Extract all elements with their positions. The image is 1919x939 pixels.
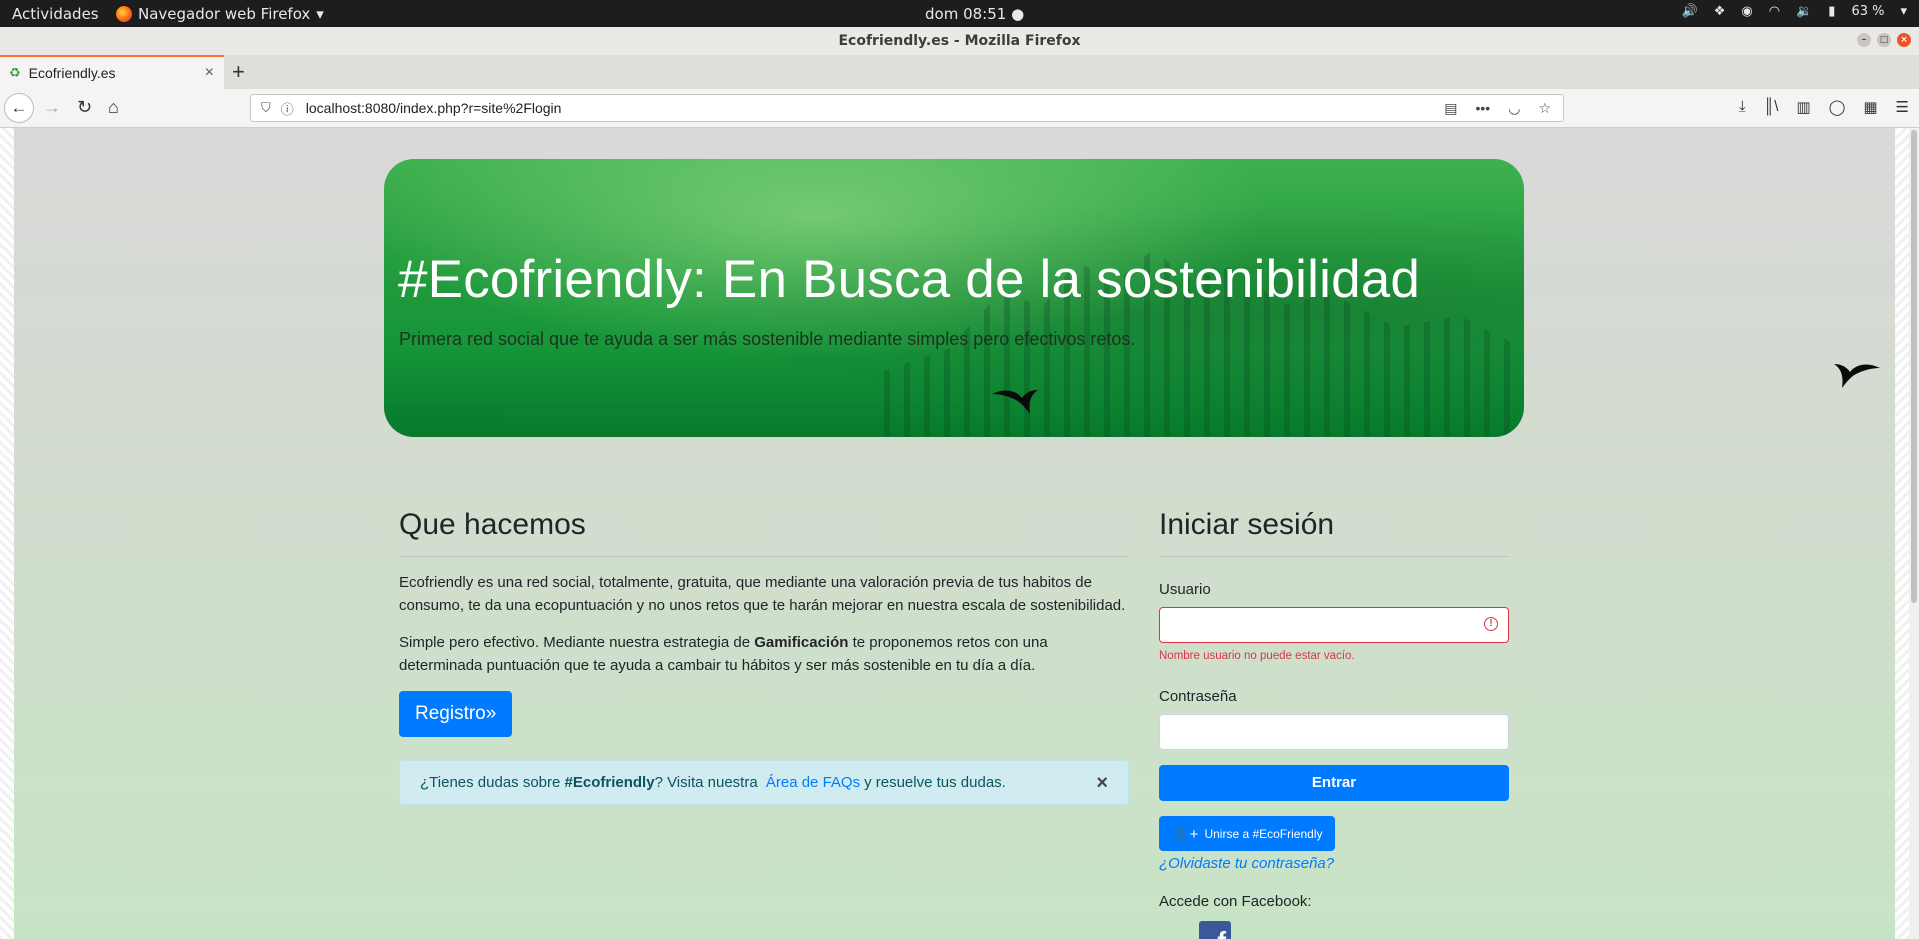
about-paragraph-1: Ecofriendly es una red social, totalment… <box>399 574 1126 614</box>
background-pattern-left <box>0 128 14 939</box>
alert-text-before: ¿Tienes dudas sobre <box>420 774 561 791</box>
recycle-icon: ♻ <box>9 65 21 80</box>
app-menu[interactable]: Navegador web Firefox ▾ <box>116 5 324 23</box>
alert-text-after: y resuelve tus dudas. <box>864 774 1006 791</box>
maximize-icon[interactable]: □ <box>1877 33 1891 47</box>
window-titlebar: Ecofriendly.es - Mozilla Firefox – □ × <box>0 27 1919 56</box>
water-image <box>384 347 1524 437</box>
facebook-label: Accede con Facebook: <box>1159 893 1312 910</box>
tab-bar: ♻ Ecofriendly.es × + <box>0 55 1919 89</box>
new-tab-icon[interactable]: + <box>232 59 245 85</box>
facebook-login-icon[interactable]: f <box>1199 921 1231 939</box>
faq-alert: ¿Tienes dudas sobre #Ecofriendly? Visita… <box>399 760 1129 805</box>
info-icon[interactable]: ⓘ <box>281 99 294 118</box>
bird-icon-right <box>1832 356 1882 392</box>
downloads-icon[interactable]: ⤓ <box>1739 98 1746 116</box>
activities-button[interactable]: Actividades <box>12 5 99 23</box>
window-title: Ecofriendly.es - Mozilla Firefox <box>838 33 1081 49</box>
tab-ecofriendly[interactable]: ♻ Ecofriendly.es × <box>0 55 224 89</box>
extensions-icon[interactable]: ▦ <box>1863 98 1877 116</box>
discord-icon[interactable]: ◉ <box>1741 4 1752 19</box>
library-icon[interactable]: ║\ <box>1764 98 1779 116</box>
system-tray[interactable]: 🔊 ❖ ◉ ◠ 🔉 ▮ 63 % ▾ <box>1682 4 1907 19</box>
hero-subtitle: Primera red social que te ayuda a ser má… <box>399 329 1136 349</box>
bookmark-star-icon[interactable]: ☆ <box>1538 100 1551 117</box>
dropbox-icon[interactable]: ❖ <box>1714 4 1726 19</box>
navigation-toolbar: ← → ↻ ⌂ ⛉ ⓘ localhost:8080/index.php?r=s… <box>0 89 1919 128</box>
window-controls: – □ × <box>1857 33 1911 47</box>
alert-text-bold: #Ecofriendly <box>564 774 655 791</box>
menu-icon[interactable]: ☰ <box>1896 98 1909 116</box>
notification-dot-icon: ● <box>1011 5 1025 23</box>
login-divider <box>1159 556 1509 557</box>
home-icon[interactable]: ⌂ <box>108 97 119 118</box>
battery-level: 63 % <box>1851 4 1885 19</box>
minimize-icon[interactable]: – <box>1857 33 1871 47</box>
about-heading: Que hacemos <box>399 508 586 541</box>
pocket-icon[interactable]: ◡ <box>1508 100 1520 117</box>
bird-icon <box>990 382 1040 418</box>
close-window-icon[interactable]: × <box>1897 33 1911 47</box>
alert-close-icon[interactable]: × <box>1096 772 1108 795</box>
hero-title: #Ecofriendly: En Busca de la sostenibili… <box>398 250 1421 309</box>
username-field[interactable]: ! <box>1159 607 1509 643</box>
shield-icon[interactable]: ⛉ <box>261 100 271 116</box>
faq-link[interactable]: Área de FAQs <box>766 774 860 791</box>
login-heading: Iniciar sesión <box>1159 508 1335 541</box>
sidebar-icon[interactable]: ▥ <box>1796 98 1810 116</box>
about-p2-bold: Gamificación <box>754 634 849 651</box>
tab-label: Ecofriendly.es <box>28 65 116 81</box>
join-button-label: Unirse a #EcoFriendly <box>1204 826 1323 841</box>
forgot-password-link[interactable]: ¿Olvidaste tu contraseña? <box>1159 855 1509 872</box>
system-top-bar: Actividades Navegador web Firefox ▾ dom … <box>0 0 1919 27</box>
close-tab-icon[interactable]: × <box>205 64 214 82</box>
url-actions: ▤ ••• ◡ ☆ <box>1444 100 1551 117</box>
login-section: Iniciar sesión Usuario ! Nombre usuario … <box>1159 508 1509 939</box>
hero-banner: #Ecofriendly: En Busca de la sostenibili… <box>384 159 1524 437</box>
password-label: Contraseña <box>1159 688 1237 705</box>
url-bar[interactable]: ⛉ ⓘ localhost:8080/index.php?r=site%2Flo… <box>250 94 1564 122</box>
forward-icon[interactable]: → <box>43 97 61 118</box>
register-button[interactable]: Registro» <box>399 691 513 737</box>
password-field[interactable] <box>1159 714 1509 750</box>
join-button[interactable]: 👤+ Unirse a #EcoFriendly <box>1159 816 1335 851</box>
volume-icon[interactable]: 🔉 <box>1796 4 1812 19</box>
error-icon: ! <box>1484 617 1498 631</box>
username-error: Nombre usuario no puede estar vacío. <box>1159 650 1355 662</box>
reader-view-icon[interactable]: ▤ <box>1444 100 1457 117</box>
page-scrollbar[interactable] <box>1909 128 1919 939</box>
add-user-icon: 👤+ <box>1171 825 1199 843</box>
alert-text-middle: ? Visita nuestra <box>654 774 758 791</box>
about-paragraph-2: Simple pero efectivo. Mediante nuestra e… <box>399 632 1129 677</box>
url-text[interactable]: localhost:8080/index.php?r=site%2Flogin <box>306 100 1444 116</box>
wifi-icon[interactable]: ◠ <box>1769 4 1780 19</box>
audio-icon[interactable]: 🔊 <box>1682 4 1698 19</box>
more-actions-icon[interactable]: ••• <box>1476 100 1491 117</box>
about-section: Que hacemos Ecofriendly es una red socia… <box>399 508 1129 805</box>
page-viewport: #Ecofriendly: En Busca de la sostenibili… <box>0 128 1919 939</box>
battery-icon[interactable]: ▮ <box>1828 4 1835 19</box>
scrollbar-thumb[interactable] <box>1911 130 1917 603</box>
clock-label: dom 08:51 <box>925 5 1007 23</box>
about-divider <box>399 556 1129 557</box>
username-label: Usuario <box>1159 581 1211 598</box>
background-pattern-right <box>1895 128 1909 939</box>
app-menu-label: Navegador web Firefox <box>138 5 311 23</box>
back-icon[interactable]: ← <box>4 93 34 123</box>
clock[interactable]: dom 08:51 ● <box>925 5 1024 23</box>
tray-chevron-icon: ▾ <box>1900 4 1907 19</box>
firefox-icon <box>116 6 132 22</box>
chevron-down-icon: ▾ <box>316 5 324 23</box>
toolbar-right: ⤓ ║\ ▥ ◯ ▦ ☰ <box>1739 98 1909 116</box>
account-icon[interactable]: ◯ <box>1829 98 1846 116</box>
login-submit-button[interactable]: Entrar <box>1159 765 1509 801</box>
reload-icon[interactable]: ↻ <box>77 97 92 118</box>
about-p2-before: Simple pero efectivo. Mediante nuestra e… <box>399 634 755 651</box>
